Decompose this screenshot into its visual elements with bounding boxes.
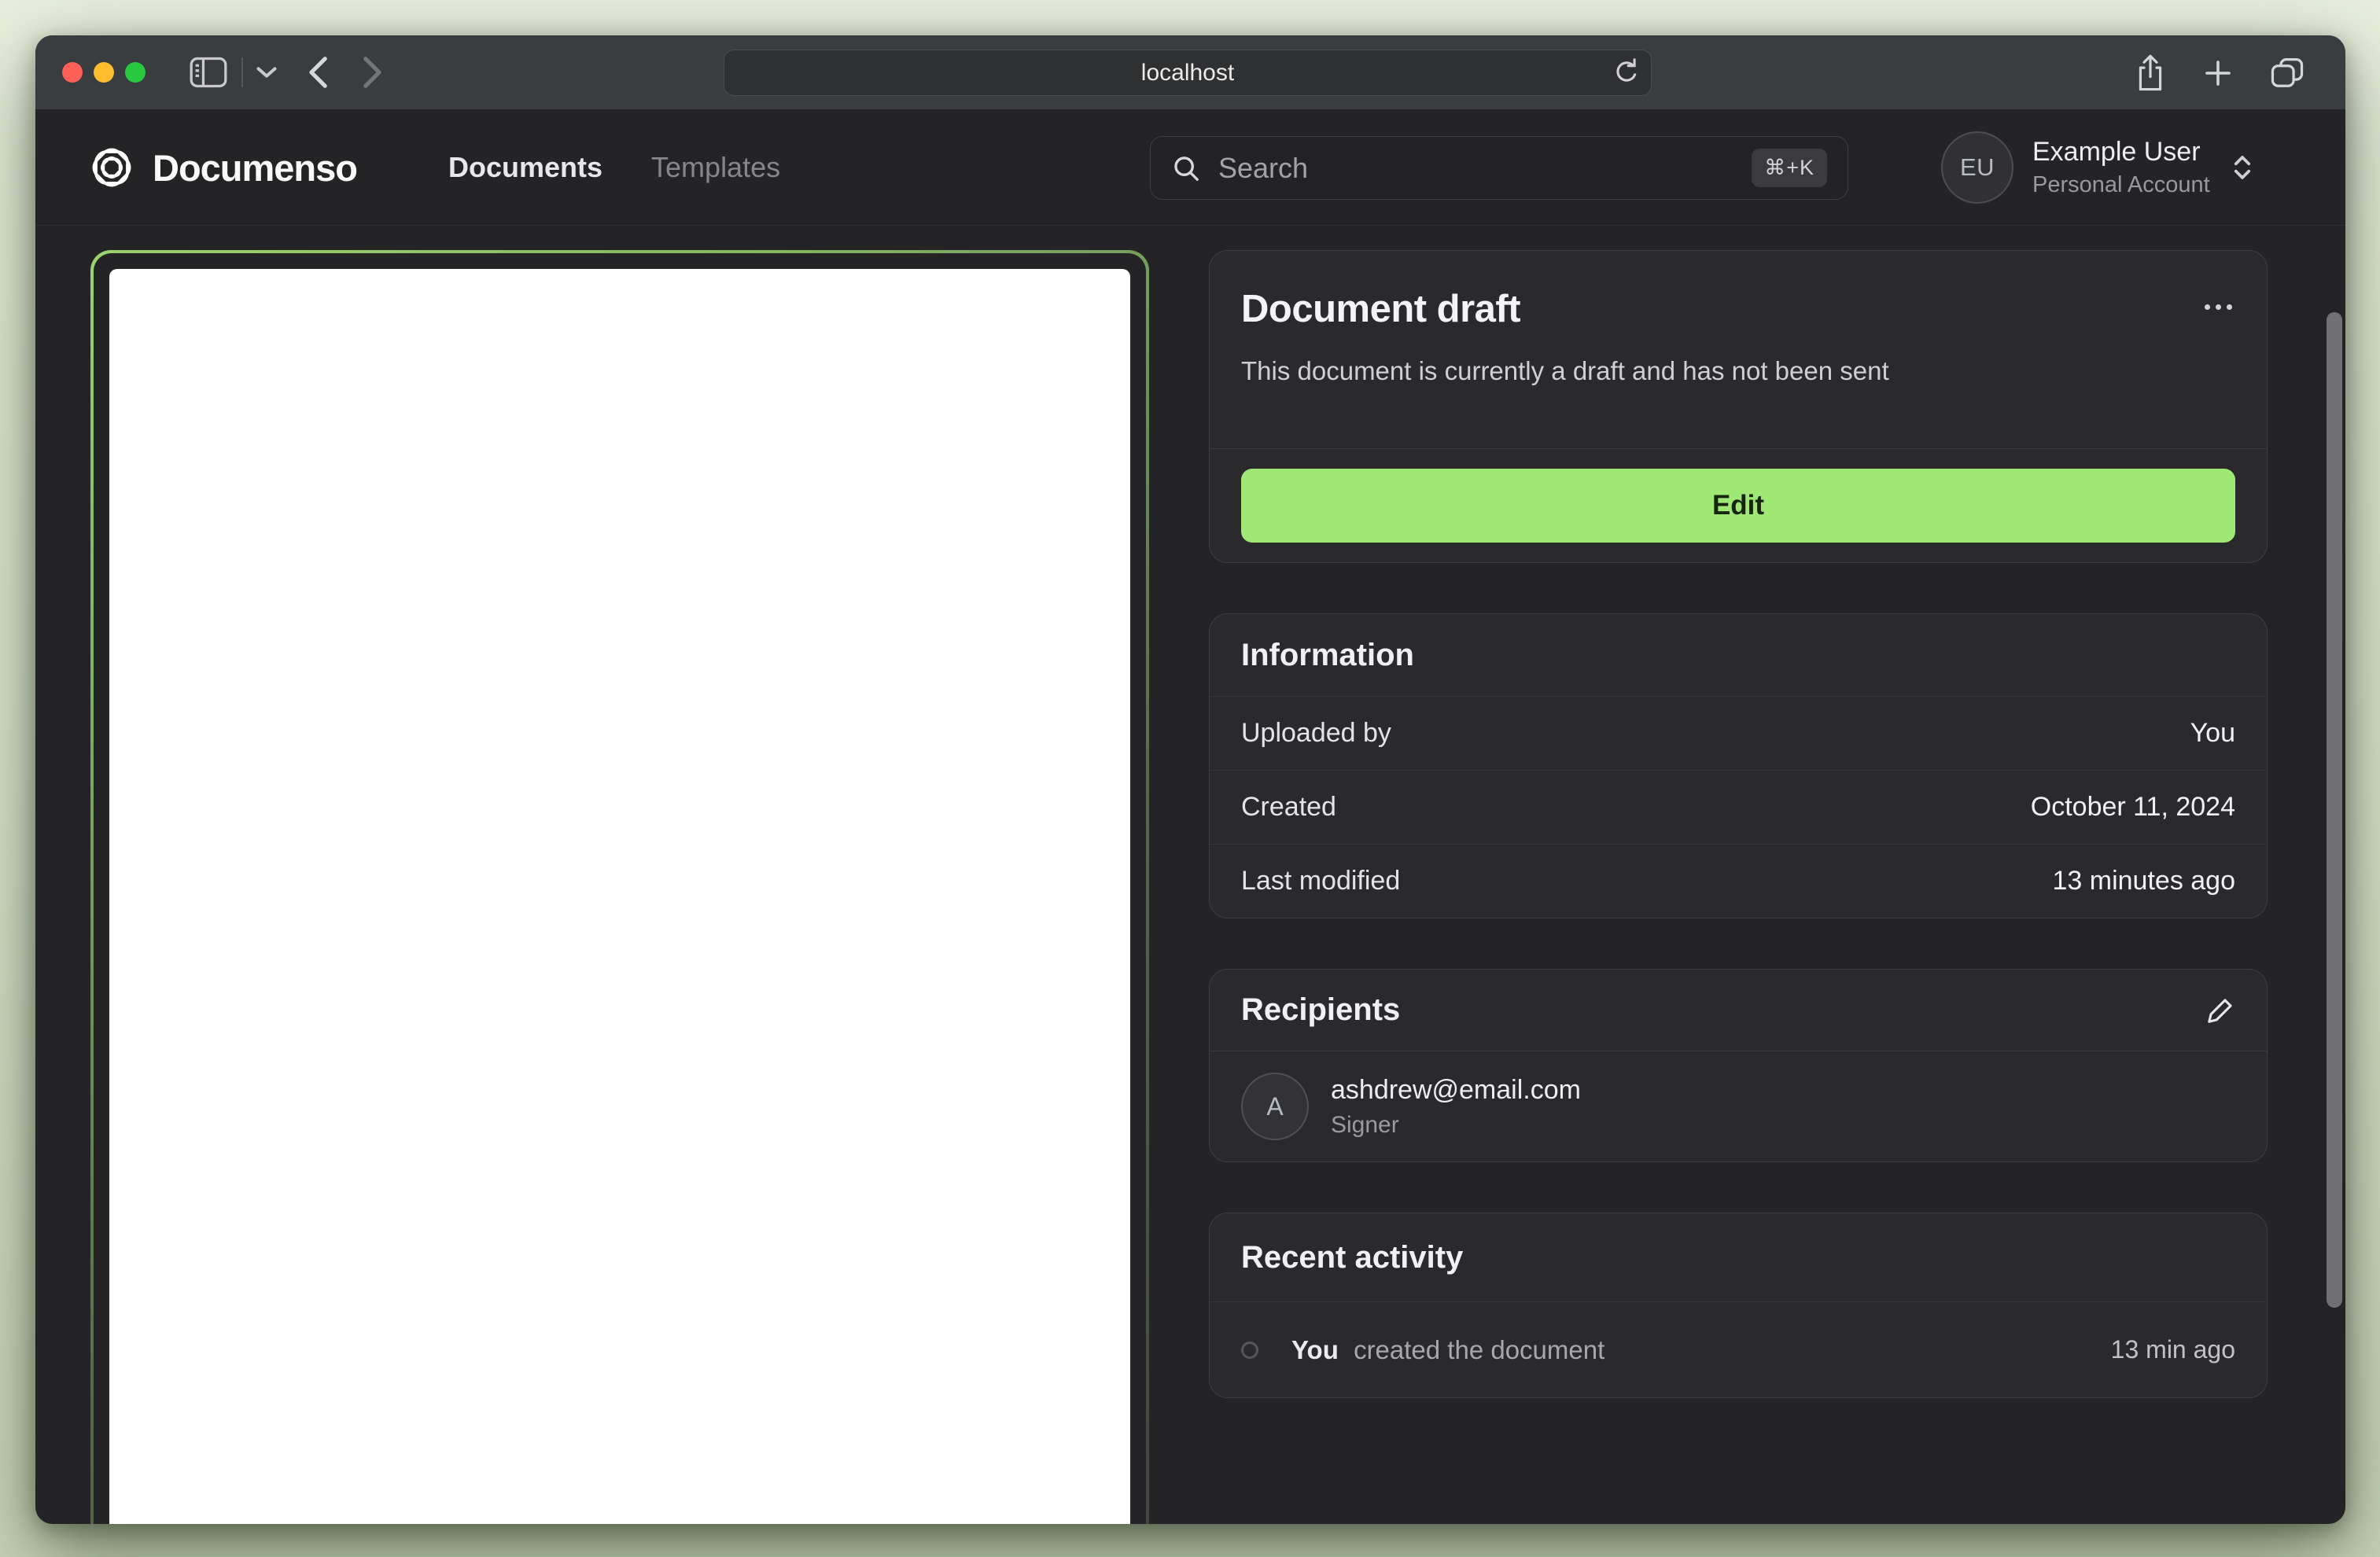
recipients-card: Recipients A ashdrew@email.com Signer xyxy=(1209,969,2268,1162)
new-tab-button[interactable] xyxy=(2202,57,2234,89)
user-menu[interactable]: EU Example User Personal Account xyxy=(1941,131,2256,204)
information-card-header: Information xyxy=(1210,614,2267,696)
info-label: Last modified xyxy=(1241,866,1401,896)
share-icon xyxy=(2139,54,2162,90)
forward-button[interactable] xyxy=(361,55,385,90)
recipients-card-title: Recipients xyxy=(1241,992,1401,1027)
information-card-title: Information xyxy=(1241,637,1414,672)
address-bar[interactable]: localhost xyxy=(724,50,1652,96)
chevron-up-down-icon xyxy=(2234,156,2250,179)
activity-bullet-icon xyxy=(1241,1341,1258,1359)
activity-card-header: Recent activity xyxy=(1210,1213,2267,1301)
search-input[interactable]: Search ⌘+K xyxy=(1150,136,1848,200)
browser-toolbar: localhost xyxy=(35,35,2345,110)
reload-icon xyxy=(1616,57,1637,82)
draft-card-subtitle: This document is currently a draft and h… xyxy=(1241,356,1889,385)
info-label: Created xyxy=(1241,792,1336,822)
tabs-icon xyxy=(2271,57,2304,87)
recent-activity-card: Recent activity You created the document… xyxy=(1209,1213,2268,1398)
user-meta: Example User Personal Account xyxy=(2032,137,2210,198)
tab-overview-button[interactable] xyxy=(2270,57,2304,90)
scrollbar[interactable] xyxy=(2327,312,2342,1308)
documenso-logo-icon xyxy=(92,148,131,187)
edit-recipients-button[interactable] xyxy=(2205,996,2235,1025)
minimize-window-button[interactable] xyxy=(94,62,114,83)
draft-card-footer: Edit xyxy=(1210,449,2267,562)
sidebar-menu-button[interactable] xyxy=(256,64,278,80)
search-shortcut-badge: ⌘+K xyxy=(1752,149,1827,187)
chevron-down-icon xyxy=(256,67,277,78)
info-value: You xyxy=(2190,718,2235,748)
draft-card-title: Document draft xyxy=(1241,288,1521,330)
recipient-meta: ashdrew@email.com Signer xyxy=(1331,1075,1581,1139)
search-placeholder: Search xyxy=(1218,151,1309,184)
recipient-role: Signer xyxy=(1331,1111,1399,1138)
browser-window: localhost Documenso Documents Templates … xyxy=(35,35,2345,1524)
info-value: 13 minutes ago xyxy=(2052,866,2236,896)
info-row-uploaded-by: Uploaded by You xyxy=(1210,696,2267,770)
activity-actor: You xyxy=(1291,1334,1339,1364)
close-window-button[interactable] xyxy=(62,62,83,83)
app-header: Documenso Documents Templates Search ⌘+K… xyxy=(35,110,2345,226)
user-initials: EU xyxy=(1959,153,1995,181)
back-button[interactable] xyxy=(306,55,330,90)
toolbar-right-actions xyxy=(2135,35,2304,110)
traffic-lights xyxy=(62,62,146,83)
sidebar-toggle-button[interactable] xyxy=(190,57,227,88)
recipient-row: A ashdrew@email.com Signer xyxy=(1210,1051,2267,1161)
information-card: Information Uploaded by You Created Octo… xyxy=(1209,613,2268,918)
info-label: Uploaded by xyxy=(1241,718,1391,748)
address-url: localhost xyxy=(1140,59,1235,86)
user-account-type: Personal Account xyxy=(2032,172,2210,197)
nav-templates[interactable]: Templates xyxy=(651,151,780,184)
draft-card-header: Document draft This document is currentl… xyxy=(1210,251,2267,449)
forward-arrow-icon xyxy=(363,57,381,88)
activity-text: You created the document xyxy=(1291,1335,2111,1365)
document-draft-card: Document draft This document is currentl… xyxy=(1209,250,2268,563)
edit-button[interactable]: Edit xyxy=(1241,469,2235,543)
plus-icon xyxy=(2205,60,2231,86)
activity-time: 13 min ago xyxy=(2110,1335,2235,1364)
recipient-avatar: A xyxy=(1241,1073,1309,1140)
activity-action: created the document xyxy=(1354,1334,1605,1364)
info-row-created: Created October 11, 2024 xyxy=(1210,770,2267,844)
recipients-card-header: Recipients xyxy=(1210,970,2267,1051)
documenso-logo[interactable]: Documenso xyxy=(88,144,358,191)
document-page xyxy=(109,269,1130,1524)
recipient-email: ashdrew@email.com xyxy=(1331,1074,1581,1105)
recipient-initial: A xyxy=(1266,1091,1284,1121)
user-avatar: EU xyxy=(1941,131,2013,204)
document-side-panel: Document draft This document is currentl… xyxy=(1209,250,2268,1398)
back-arrow-icon xyxy=(309,57,327,88)
info-row-last-modified: Last modified 13 minutes ago xyxy=(1210,844,2267,918)
document-preview-frame xyxy=(90,250,1149,1524)
sidebar-icon xyxy=(190,57,227,88)
zoom-window-button[interactable] xyxy=(125,62,146,83)
dot-icon xyxy=(2227,304,2232,310)
pencil-icon xyxy=(2208,998,2232,1023)
activity-card-title: Recent activity xyxy=(1241,1239,1464,1275)
share-button[interactable] xyxy=(2135,54,2166,92)
toolbar-divider xyxy=(241,57,243,87)
more-options-button[interactable] xyxy=(2197,296,2240,318)
info-value: October 11, 2024 xyxy=(2030,792,2235,822)
search-icon xyxy=(1174,156,1199,181)
dot-icon xyxy=(2205,304,2210,310)
main-nav: Documents Templates xyxy=(448,151,780,184)
user-name: Example User xyxy=(2032,137,2201,167)
reload-button[interactable] xyxy=(1613,57,1640,89)
main-content: Document draft This document is currentl… xyxy=(35,226,2345,1524)
nav-documents[interactable]: Documents xyxy=(448,151,602,184)
activity-row: You created the document 13 min ago xyxy=(1210,1301,2267,1397)
brand-name: Documenso xyxy=(153,146,358,189)
document-preview-inner xyxy=(94,253,1146,1524)
dot-icon xyxy=(2216,304,2221,310)
